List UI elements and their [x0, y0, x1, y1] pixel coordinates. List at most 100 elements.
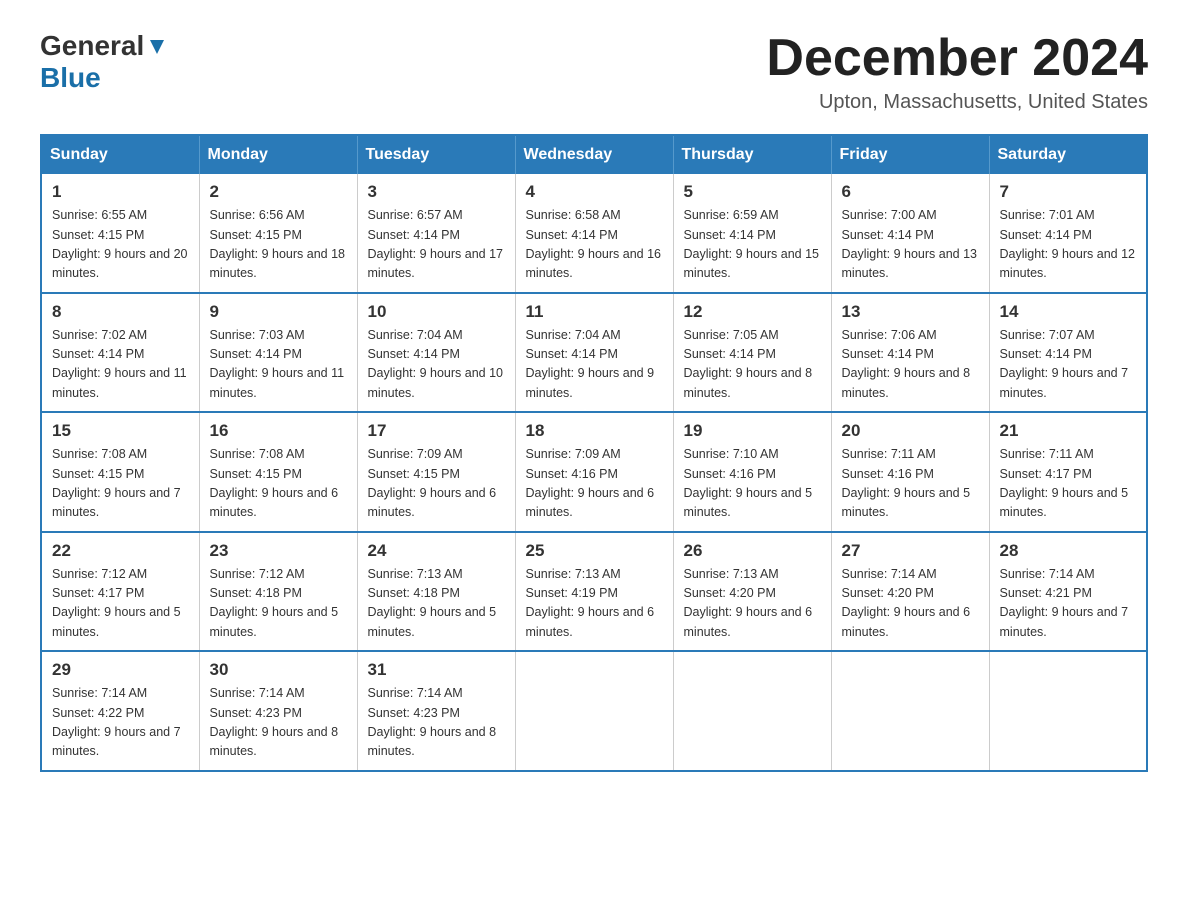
day-info: Sunrise: 6:57 AMSunset: 4:14 PMDaylight:… — [368, 206, 505, 284]
day-info: Sunrise: 7:14 AMSunset: 4:20 PMDaylight:… — [842, 565, 979, 643]
location: Upton, Massachusetts, United States — [766, 91, 1148, 114]
day-number: 29 — [52, 660, 189, 680]
day-number: 27 — [842, 541, 979, 561]
day-info: Sunrise: 7:09 AMSunset: 4:16 PMDaylight:… — [526, 445, 663, 523]
calendar-cell: 26Sunrise: 7:13 AMSunset: 4:20 PMDayligh… — [673, 532, 831, 652]
calendar-header-saturday: Saturday — [989, 135, 1147, 174]
day-number: 12 — [684, 302, 821, 322]
calendar-cell: 28 Sunrise: 7:14 AMSunset: 4:21 PMDayligh… — [989, 532, 1147, 652]
day-number: 1 — [52, 182, 189, 202]
logo-arrow-icon — [146, 36, 168, 58]
calendar-cell: 7 Sunrise: 7:01 AMSunset: 4:14 PMDaylight… — [989, 174, 1147, 293]
day-number: 8 — [52, 302, 189, 322]
calendar-cell: 3 Sunrise: 6:57 AMSunset: 4:14 PMDaylight… — [357, 174, 515, 293]
day-number: 14 — [1000, 302, 1137, 322]
calendar-cell: 30Sunrise: 7:14 AMSunset: 4:23 PMDayligh… — [199, 651, 357, 771]
calendar-cell: 2 Sunrise: 6:56 AMSunset: 4:15 PMDaylight… — [199, 174, 357, 293]
calendar-cell — [515, 651, 673, 771]
calendar-cell: 29 Sunrise: 7:14 AMSunset: 4:22 PMDayligh… — [41, 651, 199, 771]
day-number: 3 — [368, 182, 505, 202]
calendar-cell: 8 Sunrise: 7:02 AMSunset: 4:14 PMDaylight… — [41, 293, 199, 413]
calendar-cell: 12Sunrise: 7:05 AMSunset: 4:14 PMDayligh… — [673, 293, 831, 413]
logo: General Blue — [40, 30, 168, 94]
day-number: 19 — [684, 421, 821, 441]
calendar-cell: 1 Sunrise: 6:55 AMSunset: 4:15 PMDaylight… — [41, 174, 199, 293]
day-info: Sunrise: 7:14 AMSunset: 4:23 PMDaylight:… — [368, 684, 505, 762]
calendar-cell: 25 Sunrise: 7:13 AMSunset: 4:19 PMDayligh… — [515, 532, 673, 652]
day-info: Sunrise: 7:09 AMSunset: 4:15 PMDaylight:… — [368, 445, 505, 523]
day-info: Sunrise: 7:11 AMSunset: 4:16 PMDaylight:… — [842, 445, 979, 523]
calendar-cell: 13 Sunrise: 7:06 AMSunset: 4:14 PMDayligh… — [831, 293, 989, 413]
calendar-cell: 9 Sunrise: 7:03 AMSunset: 4:14 PMDaylight… — [199, 293, 357, 413]
day-info: Sunrise: 7:13 AMSunset: 4:19 PMDaylight:… — [526, 565, 663, 643]
calendar-cell: 4 Sunrise: 6:58 AMSunset: 4:14 PMDaylight… — [515, 174, 673, 293]
day-info: Sunrise: 7:08 AMSunset: 4:15 PMDaylight:… — [210, 445, 347, 523]
calendar-header-sunday: Sunday — [41, 135, 199, 174]
calendar-week-row: 15 Sunrise: 7:08 AMSunset: 4:15 PMDayligh… — [41, 412, 1147, 532]
month-title: December 2024 — [766, 30, 1148, 87]
logo-general-text: General — [40, 30, 144, 62]
calendar-cell: 21 Sunrise: 7:11 AMSunset: 4:17 PMDayligh… — [989, 412, 1147, 532]
day-info: Sunrise: 7:01 AMSunset: 4:14 PMDaylight:… — [1000, 206, 1137, 284]
day-info: Sunrise: 7:14 AMSunset: 4:22 PMDaylight:… — [52, 684, 189, 762]
day-number: 17 — [368, 421, 505, 441]
page-header: General Blue December 2024 Upton, Massac… — [40, 30, 1148, 114]
day-info: Sunrise: 6:59 AMSunset: 4:14 PMDaylight:… — [684, 206, 821, 284]
day-number: 22 — [52, 541, 189, 561]
day-info: Sunrise: 7:11 AMSunset: 4:17 PMDaylight:… — [1000, 445, 1137, 523]
calendar-cell: 20 Sunrise: 7:11 AMSunset: 4:16 PMDayligh… — [831, 412, 989, 532]
day-number: 5 — [684, 182, 821, 202]
day-info: Sunrise: 7:12 AMSunset: 4:18 PMDaylight:… — [210, 565, 347, 643]
day-info: Sunrise: 7:13 AMSunset: 4:18 PMDaylight:… — [368, 565, 505, 643]
day-info: Sunrise: 7:02 AMSunset: 4:14 PMDaylight:… — [52, 326, 189, 404]
day-info: Sunrise: 7:04 AMSunset: 4:14 PMDaylight:… — [526, 326, 663, 404]
day-number: 7 — [1000, 182, 1137, 202]
day-number: 24 — [368, 541, 505, 561]
day-number: 25 — [526, 541, 663, 561]
day-number: 18 — [526, 421, 663, 441]
day-info: Sunrise: 7:14 AMSunset: 4:21 PMDaylight:… — [1000, 565, 1137, 643]
calendar-cell: 5 Sunrise: 6:59 AMSunset: 4:14 PMDaylight… — [673, 174, 831, 293]
day-number: 2 — [210, 182, 347, 202]
calendar-cell: 11 Sunrise: 7:04 AMSunset: 4:14 PMDayligh… — [515, 293, 673, 413]
day-number: 30 — [210, 660, 347, 680]
calendar-cell: 27 Sunrise: 7:14 AMSunset: 4:20 PMDayligh… — [831, 532, 989, 652]
calendar-cell: 18 Sunrise: 7:09 AMSunset: 4:16 PMDayligh… — [515, 412, 673, 532]
day-number: 31 — [368, 660, 505, 680]
day-number: 11 — [526, 302, 663, 322]
day-number: 15 — [52, 421, 189, 441]
day-number: 4 — [526, 182, 663, 202]
day-number: 10 — [368, 302, 505, 322]
calendar-cell: 6 Sunrise: 7:00 AMSunset: 4:14 PMDaylight… — [831, 174, 989, 293]
day-number: 16 — [210, 421, 347, 441]
calendar-cell: 23 Sunrise: 7:12 AMSunset: 4:18 PMDayligh… — [199, 532, 357, 652]
day-info: Sunrise: 6:56 AMSunset: 4:15 PMDaylight:… — [210, 206, 347, 284]
day-number: 20 — [842, 421, 979, 441]
day-number: 21 — [1000, 421, 1137, 441]
day-info: Sunrise: 6:58 AMSunset: 4:14 PMDaylight:… — [526, 206, 663, 284]
day-number: 23 — [210, 541, 347, 561]
calendar-week-row: 22 Sunrise: 7:12 AMSunset: 4:17 PMDayligh… — [41, 532, 1147, 652]
day-info: Sunrise: 7:08 AMSunset: 4:15 PMDaylight:… — [52, 445, 189, 523]
calendar-cell: 15 Sunrise: 7:08 AMSunset: 4:15 PMDayligh… — [41, 412, 199, 532]
day-info: Sunrise: 7:06 AMSunset: 4:14 PMDaylight:… — [842, 326, 979, 404]
day-info: Sunrise: 7:03 AMSunset: 4:14 PMDaylight:… — [210, 326, 347, 404]
day-info: Sunrise: 6:55 AMSunset: 4:15 PMDaylight:… — [52, 206, 189, 284]
logo-blue-text: Blue — [40, 62, 101, 93]
calendar-cell: 14Sunrise: 7:07 AMSunset: 4:14 PMDayligh… — [989, 293, 1147, 413]
day-number: 6 — [842, 182, 979, 202]
day-number: 9 — [210, 302, 347, 322]
day-info: Sunrise: 7:00 AMSunset: 4:14 PMDaylight:… — [842, 206, 979, 284]
day-number: 28 — [1000, 541, 1137, 561]
title-section: December 2024 Upton, Massachusetts, Unit… — [766, 30, 1148, 114]
calendar-cell: 31 Sunrise: 7:14 AMSunset: 4:23 PMDayligh… — [357, 651, 515, 771]
day-number: 13 — [842, 302, 979, 322]
calendar-table: SundayMondayTuesdayWednesdayThursdayFrid… — [40, 134, 1148, 772]
calendar-cell — [989, 651, 1147, 771]
calendar-cell: 22 Sunrise: 7:12 AMSunset: 4:17 PMDayligh… — [41, 532, 199, 652]
calendar-cell: 24 Sunrise: 7:13 AMSunset: 4:18 PMDayligh… — [357, 532, 515, 652]
day-info: Sunrise: 7:12 AMSunset: 4:17 PMDaylight:… — [52, 565, 189, 643]
day-info: Sunrise: 7:04 AMSunset: 4:14 PMDaylight:… — [368, 326, 505, 404]
day-number: 26 — [684, 541, 821, 561]
calendar-header-wednesday: Wednesday — [515, 135, 673, 174]
